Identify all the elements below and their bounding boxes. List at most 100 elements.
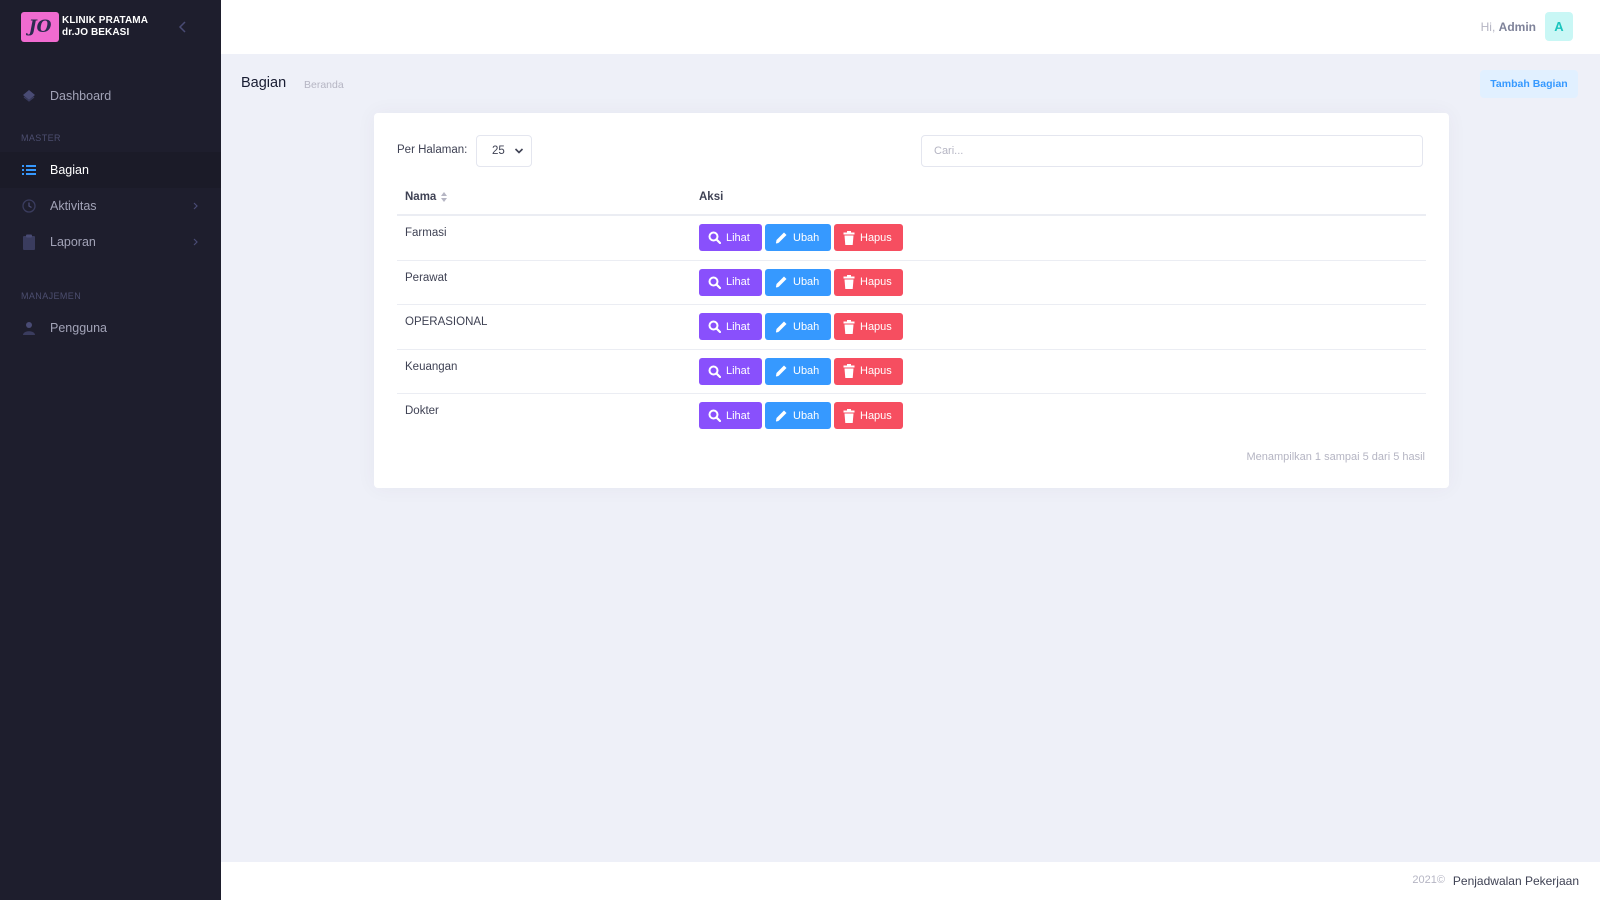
button-label: Lihat [726, 320, 750, 333]
search-icon [708, 276, 721, 289]
sidebar-item-laporan[interactable]: Laporan [0, 224, 221, 260]
brand-line-1: KLINIK PRATAMA [62, 15, 149, 26]
view-button[interactable]: Lihat [699, 402, 762, 430]
chevron-down-icon [514, 148, 524, 154]
delete-button[interactable]: Hapus [834, 402, 903, 430]
sidebar-item-dashboard[interactable]: Dashboard [0, 78, 221, 114]
pencil-icon [775, 232, 787, 243]
trash-icon [843, 319, 855, 334]
row-actions: Lihat Ubah Hapus [699, 224, 903, 251]
sidebar-item-label: Laporan [50, 235, 96, 249]
trash-icon [843, 230, 855, 245]
brand-name: KLINIK PRATAMA dr.JO BEKASI [62, 15, 148, 39]
brand-line-2: dr.JO BEKASI [62, 27, 130, 38]
view-button[interactable]: Lihat [699, 268, 762, 296]
pencil-icon [775, 365, 787, 377]
per-page-select[interactable]: 25 [476, 135, 532, 167]
row-actions: Lihat Ubah Hapus [699, 402, 903, 430]
cell-nama: Keuangan [405, 360, 458, 373]
sidebar-item-label: Bagian [50, 163, 89, 177]
button-label: Lihat [726, 409, 750, 422]
brand-logo: JO [21, 12, 59, 42]
delete-button[interactable]: Hapus [834, 224, 903, 251]
button-label: Lihat [726, 231, 750, 244]
sidebar: JO KLINIK PRATAMA dr.JO BEKASI Dashboard… [0, 0, 221, 900]
button-label: Ubah [793, 365, 820, 378]
button-label: Hapus [860, 320, 892, 333]
search-icon [708, 409, 721, 423]
chevron-right-icon [193, 238, 198, 246]
edit-button[interactable]: Ubah [765, 268, 831, 296]
sidebar-item-label: Dashboard [50, 89, 112, 103]
sidebar-item-label: Pengguna [50, 321, 108, 335]
add-bagian-button[interactable]: Tambah Bagian [1480, 70, 1578, 98]
pencil-icon [775, 410, 787, 422]
per-page-value: 25 [492, 145, 505, 157]
button-label: Ubah [793, 276, 820, 289]
clipboard-icon [21, 234, 37, 250]
cell-nama: Perawat [405, 271, 448, 284]
table-row: OPERASIONAL Lihat Ubah Hapus [397, 305, 1426, 350]
sidebar-item-aktivitas[interactable]: Aktivitas [0, 188, 221, 224]
button-label: Lihat [726, 276, 750, 289]
edit-button[interactable]: Ubah [765, 357, 831, 385]
pencil-icon [775, 276, 787, 288]
edit-button[interactable]: Ubah [765, 313, 831, 341]
username: Admin [1498, 20, 1536, 34]
per-page-label: Per Halaman: [397, 144, 468, 156]
greeting-text: Hi, [1480, 20, 1496, 34]
button-label: Hapus [860, 409, 892, 422]
view-button[interactable]: Lihat [699, 313, 762, 341]
delete-button[interactable]: Hapus [834, 313, 903, 341]
chevron-double-left-icon [178, 21, 186, 33]
edit-button[interactable]: Ubah [765, 224, 831, 251]
table-row: Dokter Lihat Ubah Hapus [397, 394, 1426, 439]
cell-nama: Dokter [405, 405, 439, 418]
view-button[interactable]: Lihat [699, 224, 762, 251]
search-icon [708, 365, 721, 378]
button-label: Ubah [793, 231, 820, 244]
search-icon [708, 320, 721, 334]
row-actions: Lihat Ubah Hapus [699, 313, 903, 341]
section-master: MASTER [21, 133, 61, 143]
trash-icon [843, 275, 855, 290]
avatar[interactable]: A [1545, 12, 1573, 41]
delete-button[interactable]: Hapus [834, 268, 903, 296]
column-header-aksi: Aksi [699, 191, 724, 203]
top-header: Hi, Admin A [221, 0, 1600, 54]
pencil-icon [775, 321, 787, 333]
user-greeting[interactable]: Hi, Admin [1481, 20, 1536, 34]
list-icon [21, 162, 37, 178]
column-label: Nama [405, 191, 437, 203]
table-body: Farmasi Lihat Ubah Hapus Perawat Lihat Ubah Hap… [397, 216, 1426, 439]
button-label: Hapus [860, 231, 892, 244]
button-label: Hapus [860, 365, 892, 378]
delete-button[interactable]: Hapus [834, 357, 903, 385]
button-label: Ubah [793, 409, 820, 422]
footer: 2021© Penjadwalan Pekerjaan [221, 862, 1600, 900]
sidebar-item-pengguna[interactable]: Pengguna [0, 310, 221, 346]
sidebar-collapse-toggle[interactable] [176, 18, 192, 36]
button-label: Hapus [860, 276, 892, 289]
layers-icon [21, 88, 37, 104]
sidebar-item-label: Aktivitas [50, 199, 97, 213]
row-actions: Lihat Ubah Hapus [699, 268, 903, 296]
footer-app-name[interactable]: Penjadwalan Pekerjaan [1453, 874, 1579, 888]
edit-button[interactable]: Ubah [765, 402, 831, 430]
bagian-card: Per Halaman: 25 Nama Aksi Farmasi Lihat Ub… [374, 113, 1449, 488]
bagian-table: Nama Aksi Farmasi Lihat Ubah Hapus Perawat Li… [397, 177, 1426, 439]
table-row: Farmasi Lihat Ubah Hapus [397, 216, 1426, 261]
search-input[interactable] [921, 135, 1423, 167]
breadcrumb[interactable]: Beranda [304, 79, 344, 91]
view-button[interactable]: Lihat [699, 357, 762, 385]
sidebar-item-bagian[interactable]: Bagian [0, 152, 221, 188]
table-row: Perawat Lihat Ubah Hapus [397, 261, 1426, 306]
search-icon [708, 231, 721, 244]
button-label: Ubah [793, 320, 820, 333]
cell-nama: Farmasi [405, 227, 447, 239]
sidebar-menu: Dashboard MASTER Bagian Aktivitas Lapora… [0, 78, 221, 346]
trash-icon [843, 408, 855, 423]
column-header-nama[interactable]: Nama [405, 191, 448, 203]
row-actions: Lihat Ubah Hapus [699, 357, 903, 385]
brand[interactable]: JO KLINIK PRATAMA dr.JO BEKASI [0, 0, 221, 54]
